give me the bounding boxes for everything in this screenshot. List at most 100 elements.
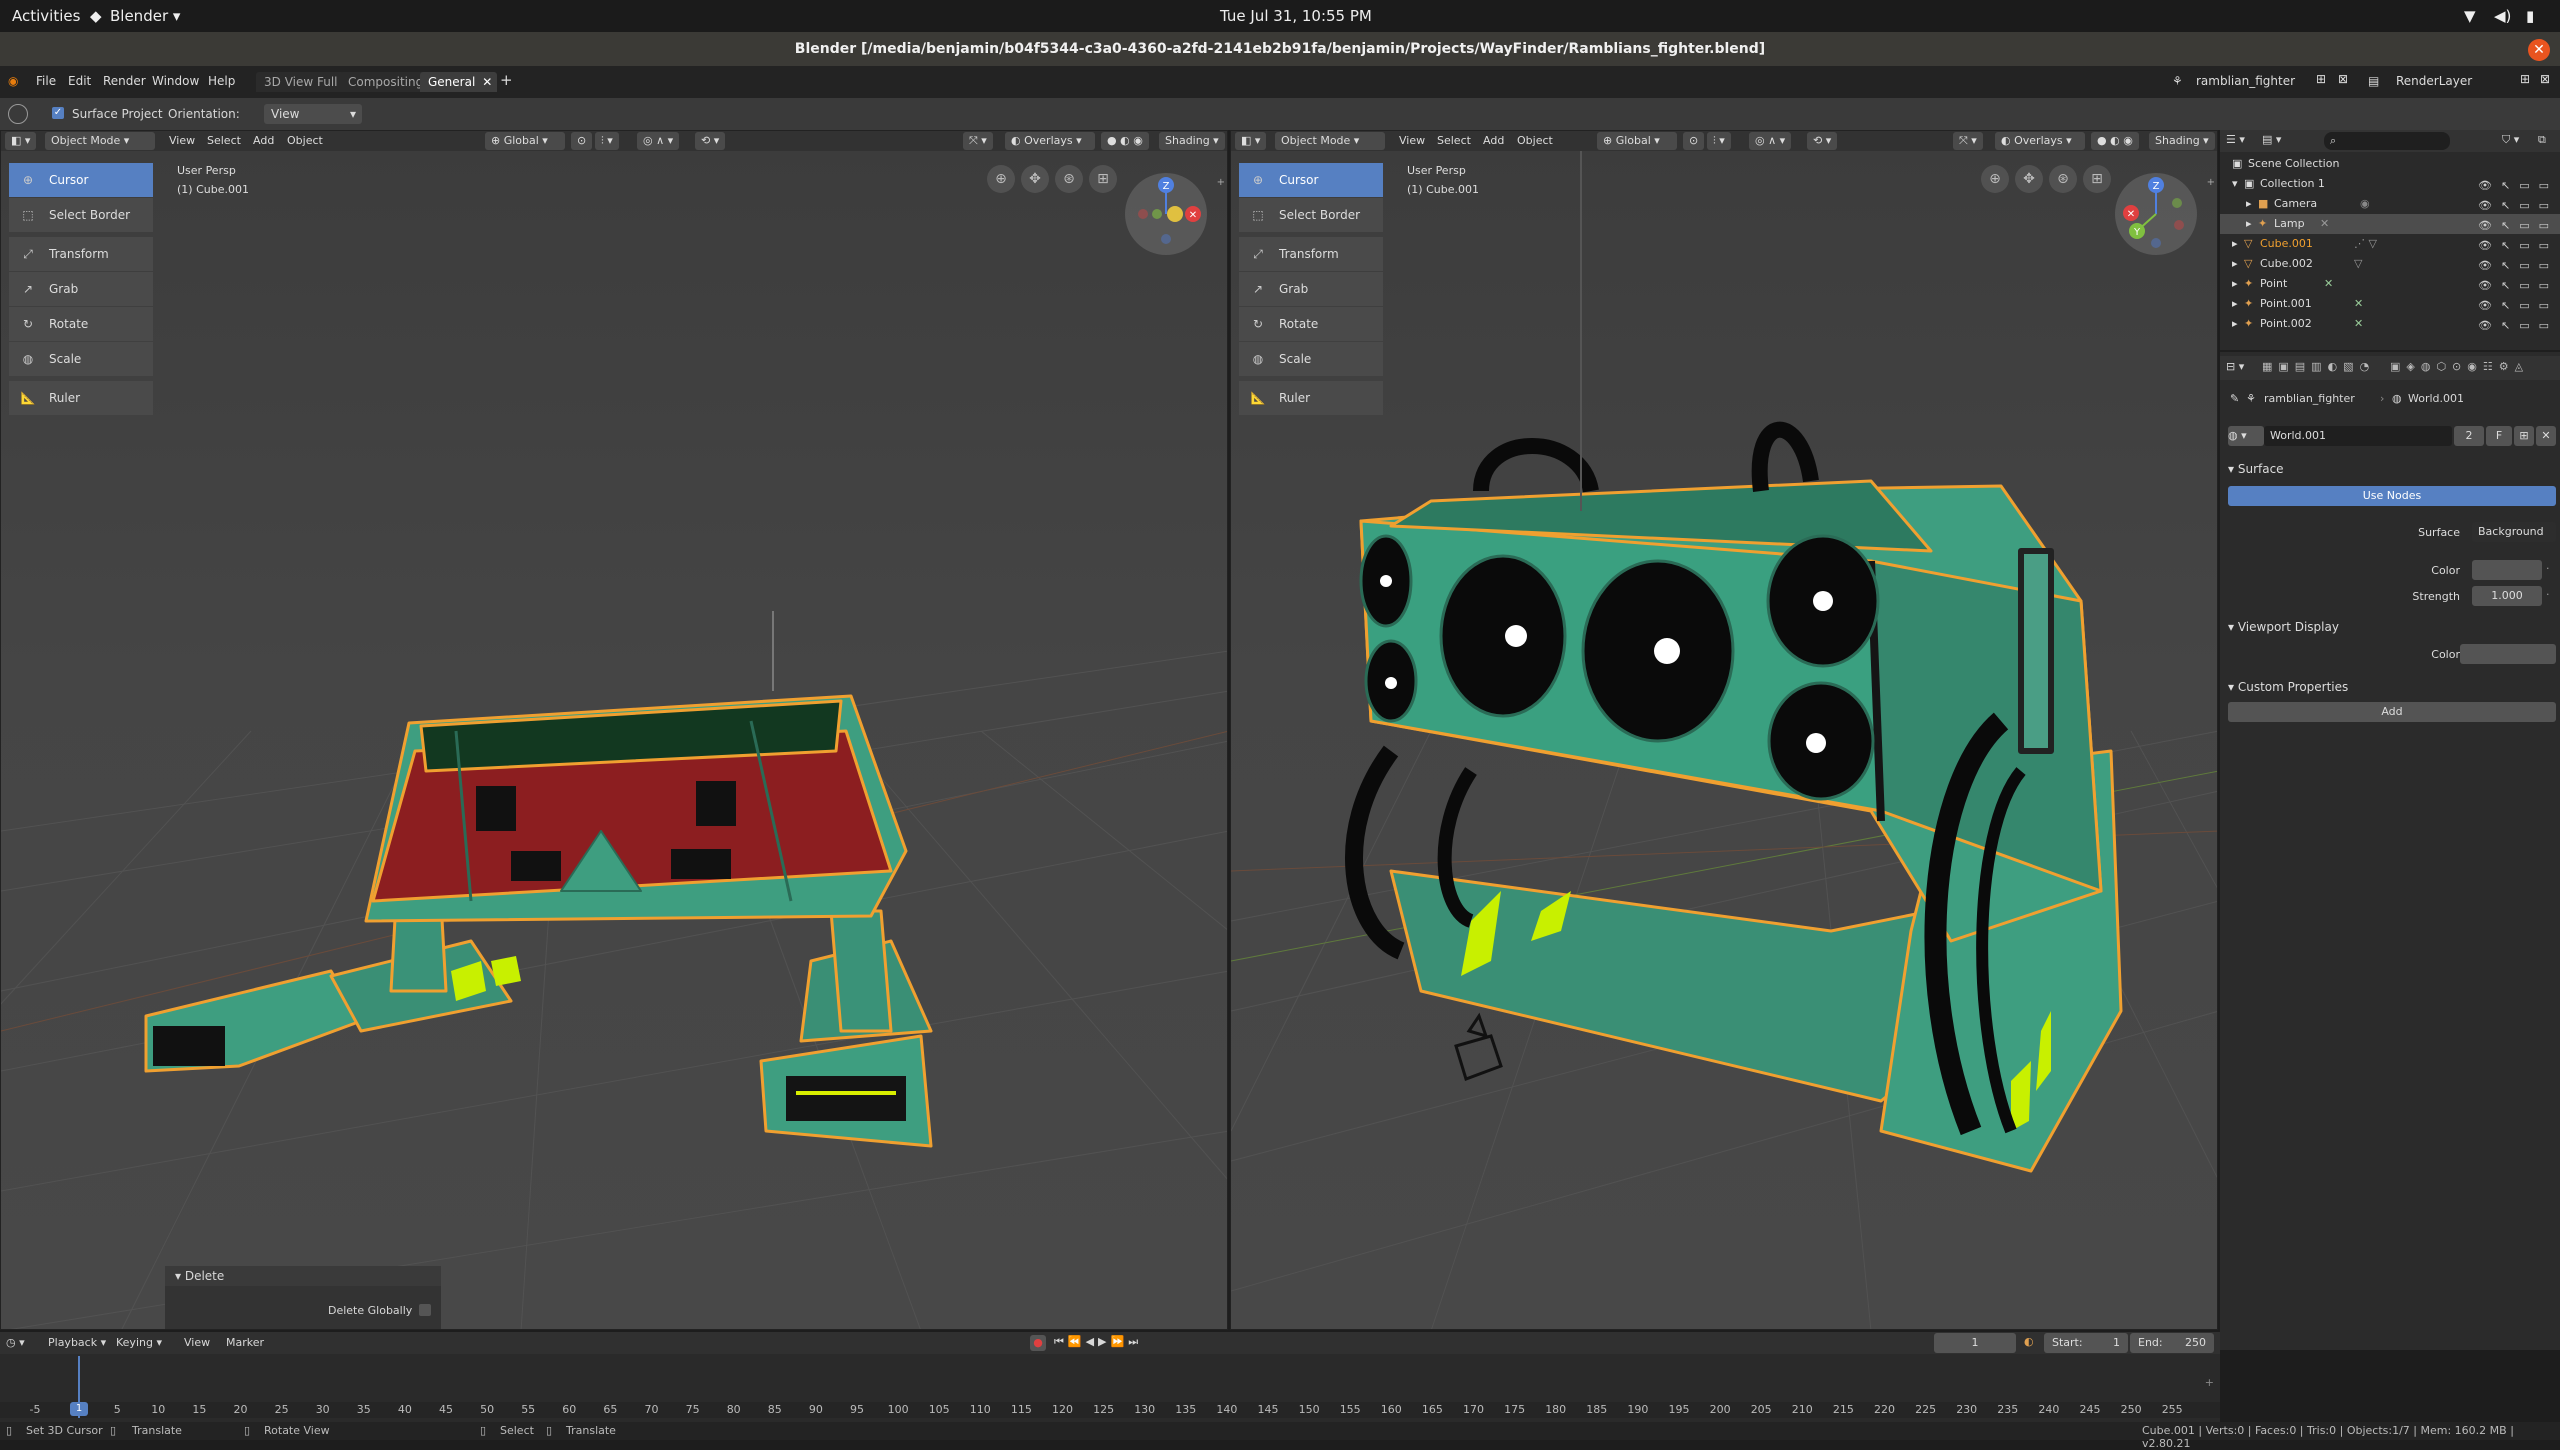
navigation-gizmo-right[interactable]: Z Y ✕: [2115, 173, 2197, 255]
strength-field[interactable]: 1.000: [2472, 586, 2542, 606]
tool-select-border-right[interactable]: ⬚ Select Border: [1239, 198, 1383, 232]
outliner-row-camera[interactable]: ▸ ■ Camera ◉ 👁↖▭▭: [2220, 194, 2560, 214]
background-color-swatch[interactable]: [2472, 560, 2542, 580]
visibility-icons[interactable]: 👁↖▭▭: [2478, 196, 2558, 216]
viewport-display-panel-header[interactable]: ▾ Viewport Display: [2228, 620, 2339, 634]
shading-modes-icon[interactable]: ● ◐ ◉: [1101, 132, 1149, 150]
custom-properties-panel-header[interactable]: ▾ Custom Properties: [2228, 680, 2348, 694]
timeline-sidebar-toggle[interactable]: +: [2205, 1376, 2214, 1389]
viewport-left[interactable]: ◧ ▾ Object Mode ▾ View Select Add Object…: [0, 130, 1228, 1330]
visibility-icons[interactable]: 👁↖▭▭: [2478, 316, 2558, 336]
blender-logo-icon[interactable]: ◉: [8, 74, 18, 88]
expand-icon[interactable]: ▸: [2246, 194, 2252, 214]
tool-scale-right[interactable]: ◍ Scale: [1239, 342, 1383, 376]
menu-add[interactable]: Add: [253, 134, 274, 147]
app-menu-button[interactable]: Blender ▾: [110, 7, 180, 25]
unlink-world-button[interactable]: ✕: [2536, 426, 2556, 446]
end-frame-field[interactable]: End: 250: [2130, 1333, 2214, 1353]
pivot-icon-right[interactable]: ⊙: [1683, 132, 1705, 150]
playhead-marker[interactable]: 1: [70, 1402, 88, 1416]
network-icon[interactable]: ▼: [2464, 7, 2476, 25]
delete-scene-button[interactable]: ⊠: [2338, 72, 2348, 86]
ortho-view-icon-right[interactable]: ⊞: [2083, 165, 2111, 193]
transform-orientation-dropdown[interactable]: ⊕ Global ▾: [485, 132, 565, 150]
visibility-icons[interactable]: 👁↖▭▭: [2478, 296, 2558, 316]
transform-orientation-dropdown-right[interactable]: ⊕ Global ▾: [1597, 132, 1677, 150]
visibility-icons[interactable]: 👁↖▭▭: [2478, 276, 2558, 296]
delete-layer-button[interactable]: ⊠: [2540, 72, 2550, 86]
menu-select[interactable]: Select: [207, 134, 241, 147]
render-layer-name[interactable]: RenderLayer: [2396, 74, 2472, 88]
outliner-row-cube-001[interactable]: ▸ ▽ Cube.001 ⋰ ▽ 👁↖▭▭: [2220, 234, 2560, 254]
tool-transform[interactable]: ⤢ Transform: [9, 237, 153, 271]
tool-ruler-right[interactable]: 📐 Ruler: [1239, 381, 1383, 415]
add-workspace-button[interactable]: +: [500, 71, 513, 89]
tool-rotate[interactable]: ↻ Rotate: [9, 307, 153, 341]
menu-file[interactable]: File: [36, 74, 56, 88]
menu-window[interactable]: Window: [152, 74, 199, 88]
visibility-icons[interactable]: 👁↖▭▭: [2478, 216, 2558, 236]
gizmo-toggle-icon[interactable]: ⟲ ▾: [695, 132, 726, 150]
visibility-icons[interactable]: 👁↖▭▭: [2478, 176, 2558, 196]
delete-panel-header[interactable]: ▾ Delete: [165, 1266, 441, 1286]
outliner-editor-icon[interactable]: ☰ ▾: [2226, 133, 2245, 146]
tool-grab-right[interactable]: ↗ Grab: [1239, 272, 1383, 306]
navigation-gizmo[interactable]: Z ✕: [1125, 173, 1207, 255]
timeline-area[interactable]: -505101520253035404550556065707580859095…: [0, 1354, 2220, 1424]
render-layer-icon[interactable]: ▤: [2368, 74, 2379, 88]
menu-marker[interactable]: Marker: [226, 1336, 264, 1349]
zoom-view-icon-right[interactable]: ⊕: [1981, 165, 2009, 193]
expand-icon[interactable]: ▸: [2246, 214, 2252, 234]
tool-select-border[interactable]: ⬚ Select Border: [9, 198, 153, 232]
tool-rotate-right[interactable]: ↻ Rotate: [1239, 307, 1383, 341]
outliner-row-cube-002[interactable]: ▸ ▽ Cube.002 ▽ 👁↖▭▭: [2220, 254, 2560, 274]
pan-view-icon[interactable]: ✥: [1021, 165, 1049, 193]
filter-icon[interactable]: ⛉ ▾: [2502, 133, 2519, 147]
proportional-edit-icon[interactable]: ◎ ∧ ▾: [637, 132, 680, 150]
outliner-row-scene-collection[interactable]: ▣ Scene Collection: [2220, 154, 2560, 174]
cursor-tool-icon[interactable]: [8, 104, 28, 124]
tool-grab[interactable]: ↗ Grab: [9, 272, 153, 306]
overlays-dropdown-right[interactable]: ◐ Overlays ▾: [1995, 132, 2085, 150]
playback-controls[interactable]: ⏮⏪◀▶⏩⏭: [1054, 1335, 1142, 1349]
pan-view-icon-right[interactable]: ✥: [2015, 165, 2043, 193]
tool-cursor-right[interactable]: ⊕ Cursor: [1239, 163, 1383, 197]
scene-icon[interactable]: ⚘: [2172, 74, 2183, 88]
start-frame-field[interactable]: Start: 1: [2044, 1333, 2128, 1353]
snap-icon-right[interactable]: ⫶ ▾: [1707, 132, 1731, 150]
shading-modes-icon-right[interactable]: ● ◐ ◉: [2091, 132, 2139, 150]
proportional-edit-icon-right[interactable]: ◎ ∧ ▾: [1749, 132, 1792, 150]
visibility-icons[interactable]: 👁↖▭▭: [2478, 256, 2558, 276]
volume-icon[interactable]: ◀): [2494, 7, 2511, 25]
viewport-gizmos-icon[interactable]: ⤧ ▾: [963, 132, 993, 150]
world-name-field[interactable]: World.001: [2264, 426, 2452, 446]
menu-view-right[interactable]: View: [1399, 134, 1425, 147]
sidebar-toggle-icon[interactable]: +: [1217, 177, 1225, 188]
outliner-row-point[interactable]: ▸ ✦ Point ✕ 👁↖▭▭: [2220, 274, 2560, 294]
outliner-row-point-001[interactable]: ▸ ✦ Point.001 ✕ 👁↖▭▭: [2220, 294, 2560, 314]
outliner-row-point-002[interactable]: ▸ ✦ Point.002 ✕ 👁↖▭▭: [2220, 314, 2560, 334]
activities-button[interactable]: Activities: [12, 7, 80, 25]
add-property-button[interactable]: Add: [2228, 702, 2556, 722]
zoom-view-icon[interactable]: ⊕: [987, 165, 1015, 193]
delete-globally-checkbox[interactable]: [419, 1304, 431, 1316]
menu-select-right[interactable]: Select: [1437, 134, 1471, 147]
preview-range-icon[interactable]: ◐: [2024, 1335, 2034, 1348]
viewport-right[interactable]: ◧ ▾ Object Mode ▾ View Select Add Object…: [1230, 130, 2218, 1330]
use-nodes-button[interactable]: Use Nodes: [2228, 486, 2556, 506]
expand-icon[interactable]: ▸: [2232, 234, 2238, 254]
menu-object[interactable]: Object: [287, 134, 323, 147]
camera-view-icon[interactable]: ⊛: [1055, 165, 1083, 193]
tab-3d-view-full[interactable]: 3D View Full: [256, 72, 346, 92]
surface-panel-header[interactable]: ▾ Surface: [2228, 462, 2284, 476]
editor-type-dropdown[interactable]: ◧ ▾: [5, 132, 37, 150]
new-layer-button[interactable]: ⊞: [2520, 72, 2530, 86]
fake-user-button[interactable]: F: [2486, 426, 2512, 446]
current-frame-field[interactable]: 1: [1934, 1333, 2016, 1353]
shading-dropdown-right[interactable]: Shading ▾: [2149, 132, 2215, 150]
tool-scale[interactable]: ◍ Scale: [9, 342, 153, 376]
properties-editor-icon[interactable]: ⊟ ▾: [2226, 360, 2244, 373]
outliner-row-collection-1[interactable]: ▾ ▣ Collection 1 👁↖▭▭: [2220, 174, 2560, 194]
world-browse-button[interactable]: ◍ ▾: [2228, 426, 2264, 446]
menu-view-timeline[interactable]: View: [184, 1336, 210, 1349]
